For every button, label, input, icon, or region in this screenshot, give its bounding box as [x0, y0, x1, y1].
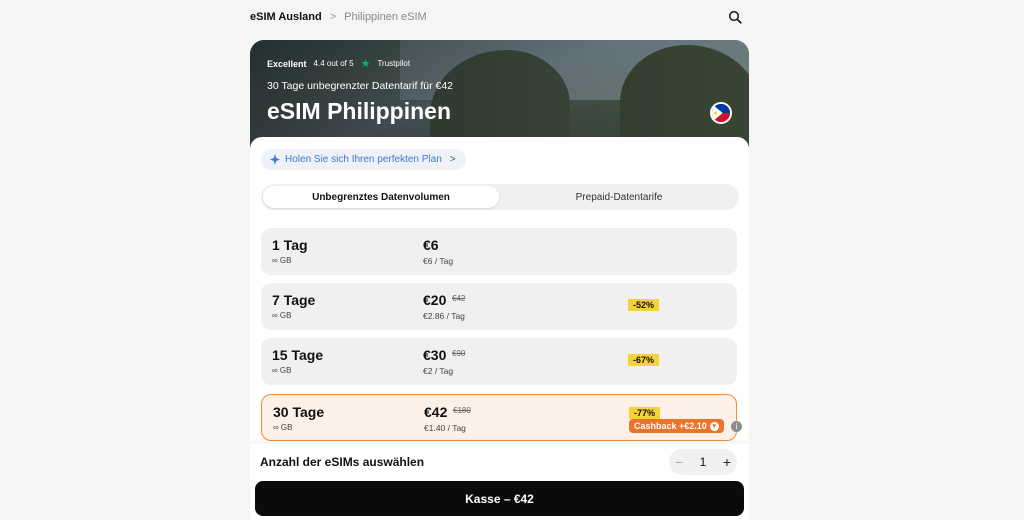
chevron-down-icon: ▾: [709, 421, 719, 431]
plan-duration: 30 Tage: [273, 404, 325, 420]
plan-duration: 1 Tag: [272, 237, 308, 253]
breadcrumb-current: Philippinen eSIM: [344, 11, 427, 23]
breadcrumb: eSIM Ausland > Philippinen eSIM: [250, 11, 427, 23]
rating-text: 4.4 out of 5: [313, 59, 354, 68]
trustpilot-rating[interactable]: Excellent 4.4 out of 5 ★ Trustpilot: [267, 57, 410, 70]
plan-old-price: €42: [452, 294, 466, 303]
plan-option-1-day[interactable]: 1 Tag ∞ GB €6 €6 / Tag: [261, 228, 737, 275]
trustpilot-label: Trustpilot: [377, 59, 411, 68]
plan-per-day: €2 / Tag: [423, 366, 454, 376]
rating-label: Excellent: [267, 58, 307, 69]
discount-badge: -52%: [628, 299, 660, 311]
tab-prepaid[interactable]: Prepaid-Datentarife: [501, 186, 737, 208]
plan-option-7-days[interactable]: 7 Tage ∞ GB €20 €42 €2.86 / Tag -52%: [261, 283, 737, 330]
plan-data: ∞ GB: [272, 256, 292, 265]
plan-price: €30: [423, 347, 447, 363]
plan-data: ∞ GB: [273, 423, 293, 432]
plan-per-day: €2.86 / Tag: [423, 311, 465, 321]
plus-icon[interactable]: +: [723, 454, 731, 470]
page-title: eSIM Philippinen: [267, 98, 452, 124]
quantity-value: 1: [699, 455, 707, 469]
plan-option-30-days[interactable]: 30 Tage ∞ GB €42 €180 €1.40 / Tag -77%: [261, 394, 737, 441]
philippines-flag-icon: [710, 102, 732, 124]
chevron-right-icon: >: [449, 154, 456, 165]
plan-per-day: €6 / Tag: [423, 256, 454, 266]
plan-option-15-days[interactable]: 15 Tage ∞ GB €30 €90 €2 / Tag -67%: [261, 338, 737, 385]
minus-icon[interactable]: −: [675, 454, 683, 470]
checkout-bar: Anzahl der eSIMs auswählen − 1 + Kasse –…: [250, 444, 749, 520]
search-icon[interactable]: [728, 10, 742, 24]
plan-duration: 7 Tage: [272, 292, 316, 308]
discount-badge: -77%: [629, 407, 661, 419]
plan-old-price: €90: [452, 349, 466, 358]
product-card: Excellent 4.4 out of 5 ★ Trustpilot 30 T…: [250, 40, 749, 520]
breadcrumb-root-link[interactable]: eSIM Ausland: [250, 11, 322, 23]
plan-duration: 15 Tage: [272, 347, 324, 363]
tab-unlimited[interactable]: Unbegrenztes Datenvolumen: [263, 186, 499, 208]
hero-subtitle: 30 Tage unbegrenzter Datentarif für €42: [267, 80, 454, 92]
plan-price: €42: [424, 404, 448, 420]
discount-badge: -67%: [628, 354, 660, 366]
plan-price: €20: [423, 292, 447, 308]
checkout-button[interactable]: Kasse – €42: [255, 481, 744, 516]
info-icon[interactable]: i: [731, 421, 742, 432]
quantity-stepper: − 1 +: [669, 449, 737, 475]
breadcrumb-separator: >: [329, 11, 337, 23]
sparkle-icon: [270, 154, 280, 165]
plan-old-price: €180: [453, 406, 471, 415]
trustpilot-star-icon: ★: [360, 58, 371, 70]
plan-per-day: €1.40 / Tag: [424, 423, 466, 433]
cashback-badge[interactable]: Cashback +€2.10 ▾: [629, 419, 724, 433]
plan-price: €6: [423, 237, 439, 253]
plan-type-tabs: Unbegrenztes Datenvolumen Prepaid-Datent…: [261, 184, 739, 210]
cashback-label: Cashback +€2.10: [634, 421, 707, 431]
quantity-label: Anzahl der eSIMs auswählen: [260, 455, 425, 469]
plan-data: ∞ GB: [272, 366, 292, 375]
perfect-plan-button[interactable]: Holen Sie sich Ihren perfekten Plan >: [261, 149, 466, 170]
plan-data: ∞ GB: [272, 311, 292, 320]
perfect-plan-label: Holen Sie sich Ihren perfekten Plan: [285, 154, 442, 165]
